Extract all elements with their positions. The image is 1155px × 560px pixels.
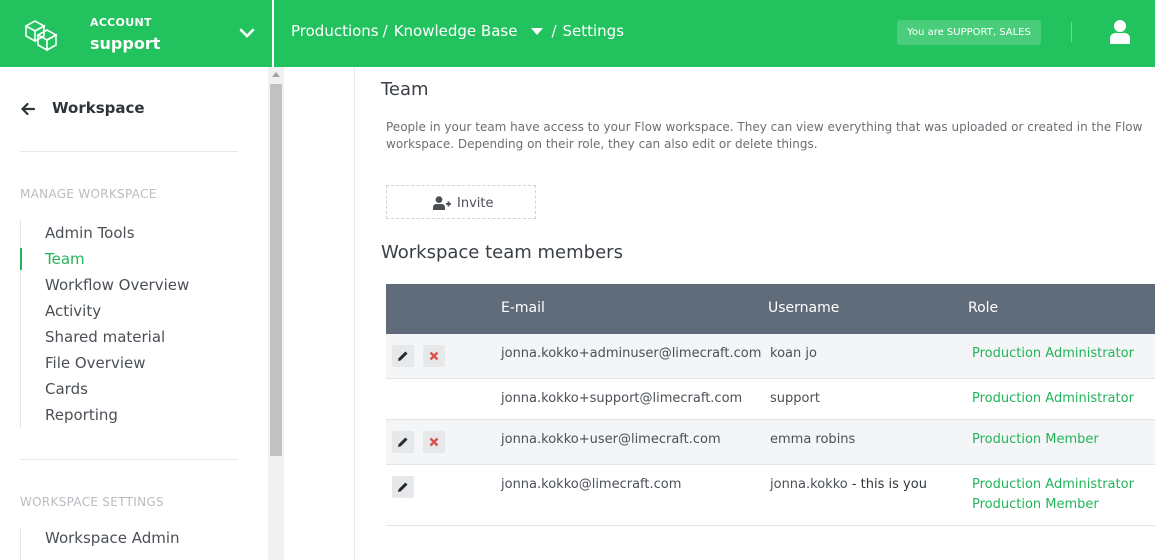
- section-workspace-settings: WORKSPACE SETTINGS: [20, 495, 164, 509]
- sidebar-item-shared-material[interactable]: Shared material: [21, 324, 189, 350]
- member-username: koan jo: [770, 346, 817, 361]
- sidebar-item-workspace-admin[interactable]: Workspace Admin: [45, 529, 180, 547]
- sidebar-item-file-overview[interactable]: File Overview: [21, 350, 189, 376]
- invite-button[interactable]: Invite: [386, 185, 536, 219]
- breadcrumb-separator: /: [551, 22, 557, 40]
- role-label: Production Member: [972, 432, 1099, 447]
- member-email: jonna.kokko+user@limecraft.com: [501, 432, 721, 447]
- caret-down-icon[interactable]: [531, 27, 544, 36]
- member-email: jonna.kokko+support@limecraft.com: [501, 391, 743, 406]
- role-label: Production Administrator: [972, 391, 1134, 406]
- user-plus-icon: [433, 196, 451, 210]
- user-icon[interactable]: [1109, 19, 1131, 44]
- pencil-icon: [398, 437, 408, 447]
- breadcrumb-knowledge-base[interactable]: Knowledge Base: [394, 22, 518, 40]
- close-icon: [429, 351, 439, 361]
- section-manage-workspace: MANAGE WORKSPACE: [20, 187, 157, 201]
- sidebar-divider: [20, 151, 238, 152]
- pencil-icon: [398, 482, 408, 492]
- sidebar-nav-line: [20, 529, 21, 560]
- member-email: jonna.kokko@limecraft.com: [501, 477, 682, 492]
- role-label: Production Administrator: [972, 346, 1134, 361]
- pencil-icon: [398, 351, 408, 361]
- sidebar-item-reporting[interactable]: Reporting: [21, 402, 189, 428]
- member-username: emma robins: [770, 432, 856, 447]
- table-row: jonna.kokko+adminuser@limecraft.com koan…: [386, 334, 1155, 379]
- sidebar-item-workflow-overview[interactable]: Workflow Overview: [21, 272, 189, 298]
- logo-icon: [24, 20, 58, 52]
- invite-label: Invite: [457, 196, 494, 211]
- member-role: Production Administrator: [972, 346, 1134, 366]
- table-row: jonna.kokko+support@limecraft.com suppor…: [386, 379, 1155, 420]
- sidebar-divider: [20, 459, 238, 460]
- edit-button[interactable]: [392, 431, 414, 453]
- member-role: Production Administrator Production Memb…: [972, 477, 1134, 517]
- member-email: jonna.kokko+adminuser@limecraft.com: [501, 346, 762, 361]
- team-description: People in your team have access to your …: [386, 120, 1143, 151]
- sidebar-scroll-thumb[interactable]: [270, 84, 282, 456]
- member-username: jonna.kokko - this is you: [770, 477, 927, 492]
- arrow-left-icon: [21, 102, 36, 116]
- column-header-email: E-mail: [501, 300, 545, 316]
- edit-button[interactable]: [392, 345, 414, 367]
- team-members-table: E-mail Username Role jonna.kokko+adminus…: [386, 284, 1155, 526]
- member-username: support: [770, 391, 820, 406]
- member-role: Production Administrator: [972, 391, 1134, 411]
- role-label: Production Member: [972, 497, 1099, 512]
- header-divider: [1071, 22, 1072, 42]
- sidebar-item-activity[interactable]: Activity: [21, 298, 189, 324]
- sidebar-item-cards[interactable]: Cards: [21, 376, 189, 402]
- member-role: Production Member: [972, 432, 1099, 452]
- breadcrumb: Productions / Knowledge Base / Settings: [291, 22, 624, 40]
- table-row: jonna.kokko@limecraft.com jonna.kokko - …: [386, 465, 1155, 526]
- content-gutter: [284, 67, 355, 560]
- table-row: jonna.kokko+user@limecraft.com emma robi…: [386, 420, 1155, 465]
- column-header-username: Username: [768, 300, 840, 316]
- account-switcher[interactable]: ACCOUNT support: [0, 0, 274, 67]
- sidebar: Workspace MANAGE WORKSPACE Admin Tools T…: [0, 67, 268, 560]
- role-label: Production Administrator: [972, 477, 1134, 492]
- scroll-up-icon[interactable]: [272, 72, 280, 77]
- breadcrumb-separator: /: [382, 22, 388, 40]
- close-icon: [429, 437, 439, 447]
- members-title: Workspace team members: [381, 242, 623, 263]
- top-bar: ACCOUNT support Productions / Knowledge Ba…: [0, 0, 1155, 67]
- delete-button[interactable]: [423, 431, 445, 453]
- page-title: Team: [381, 79, 429, 100]
- sidebar-nav: Admin Tools Team Workflow Overview Activ…: [19, 220, 189, 428]
- breadcrumb-productions[interactable]: Productions: [291, 22, 379, 40]
- column-header-role: Role: [968, 300, 999, 316]
- account-label: ACCOUNT: [90, 16, 152, 29]
- sidebar-item-admin-tools[interactable]: Admin Tools: [21, 220, 189, 246]
- table-header: E-mail Username Role: [386, 284, 1155, 334]
- member-username-value: jonna.kokko: [770, 477, 848, 492]
- chevron-down-icon[interactable]: [238, 26, 256, 40]
- this-is-you-note: - this is you: [847, 477, 927, 492]
- breadcrumb-settings[interactable]: Settings: [563, 22, 625, 40]
- delete-button[interactable]: [423, 345, 445, 367]
- edit-button[interactable]: [392, 476, 414, 498]
- account-name: support: [90, 34, 161, 53]
- back-label: Workspace: [52, 99, 145, 117]
- sidebar-item-team[interactable]: Team: [19, 246, 189, 272]
- main-content: Team People in your team have access to …: [356, 67, 1155, 560]
- role-badge: You are SUPPORT, SALES: [897, 20, 1041, 45]
